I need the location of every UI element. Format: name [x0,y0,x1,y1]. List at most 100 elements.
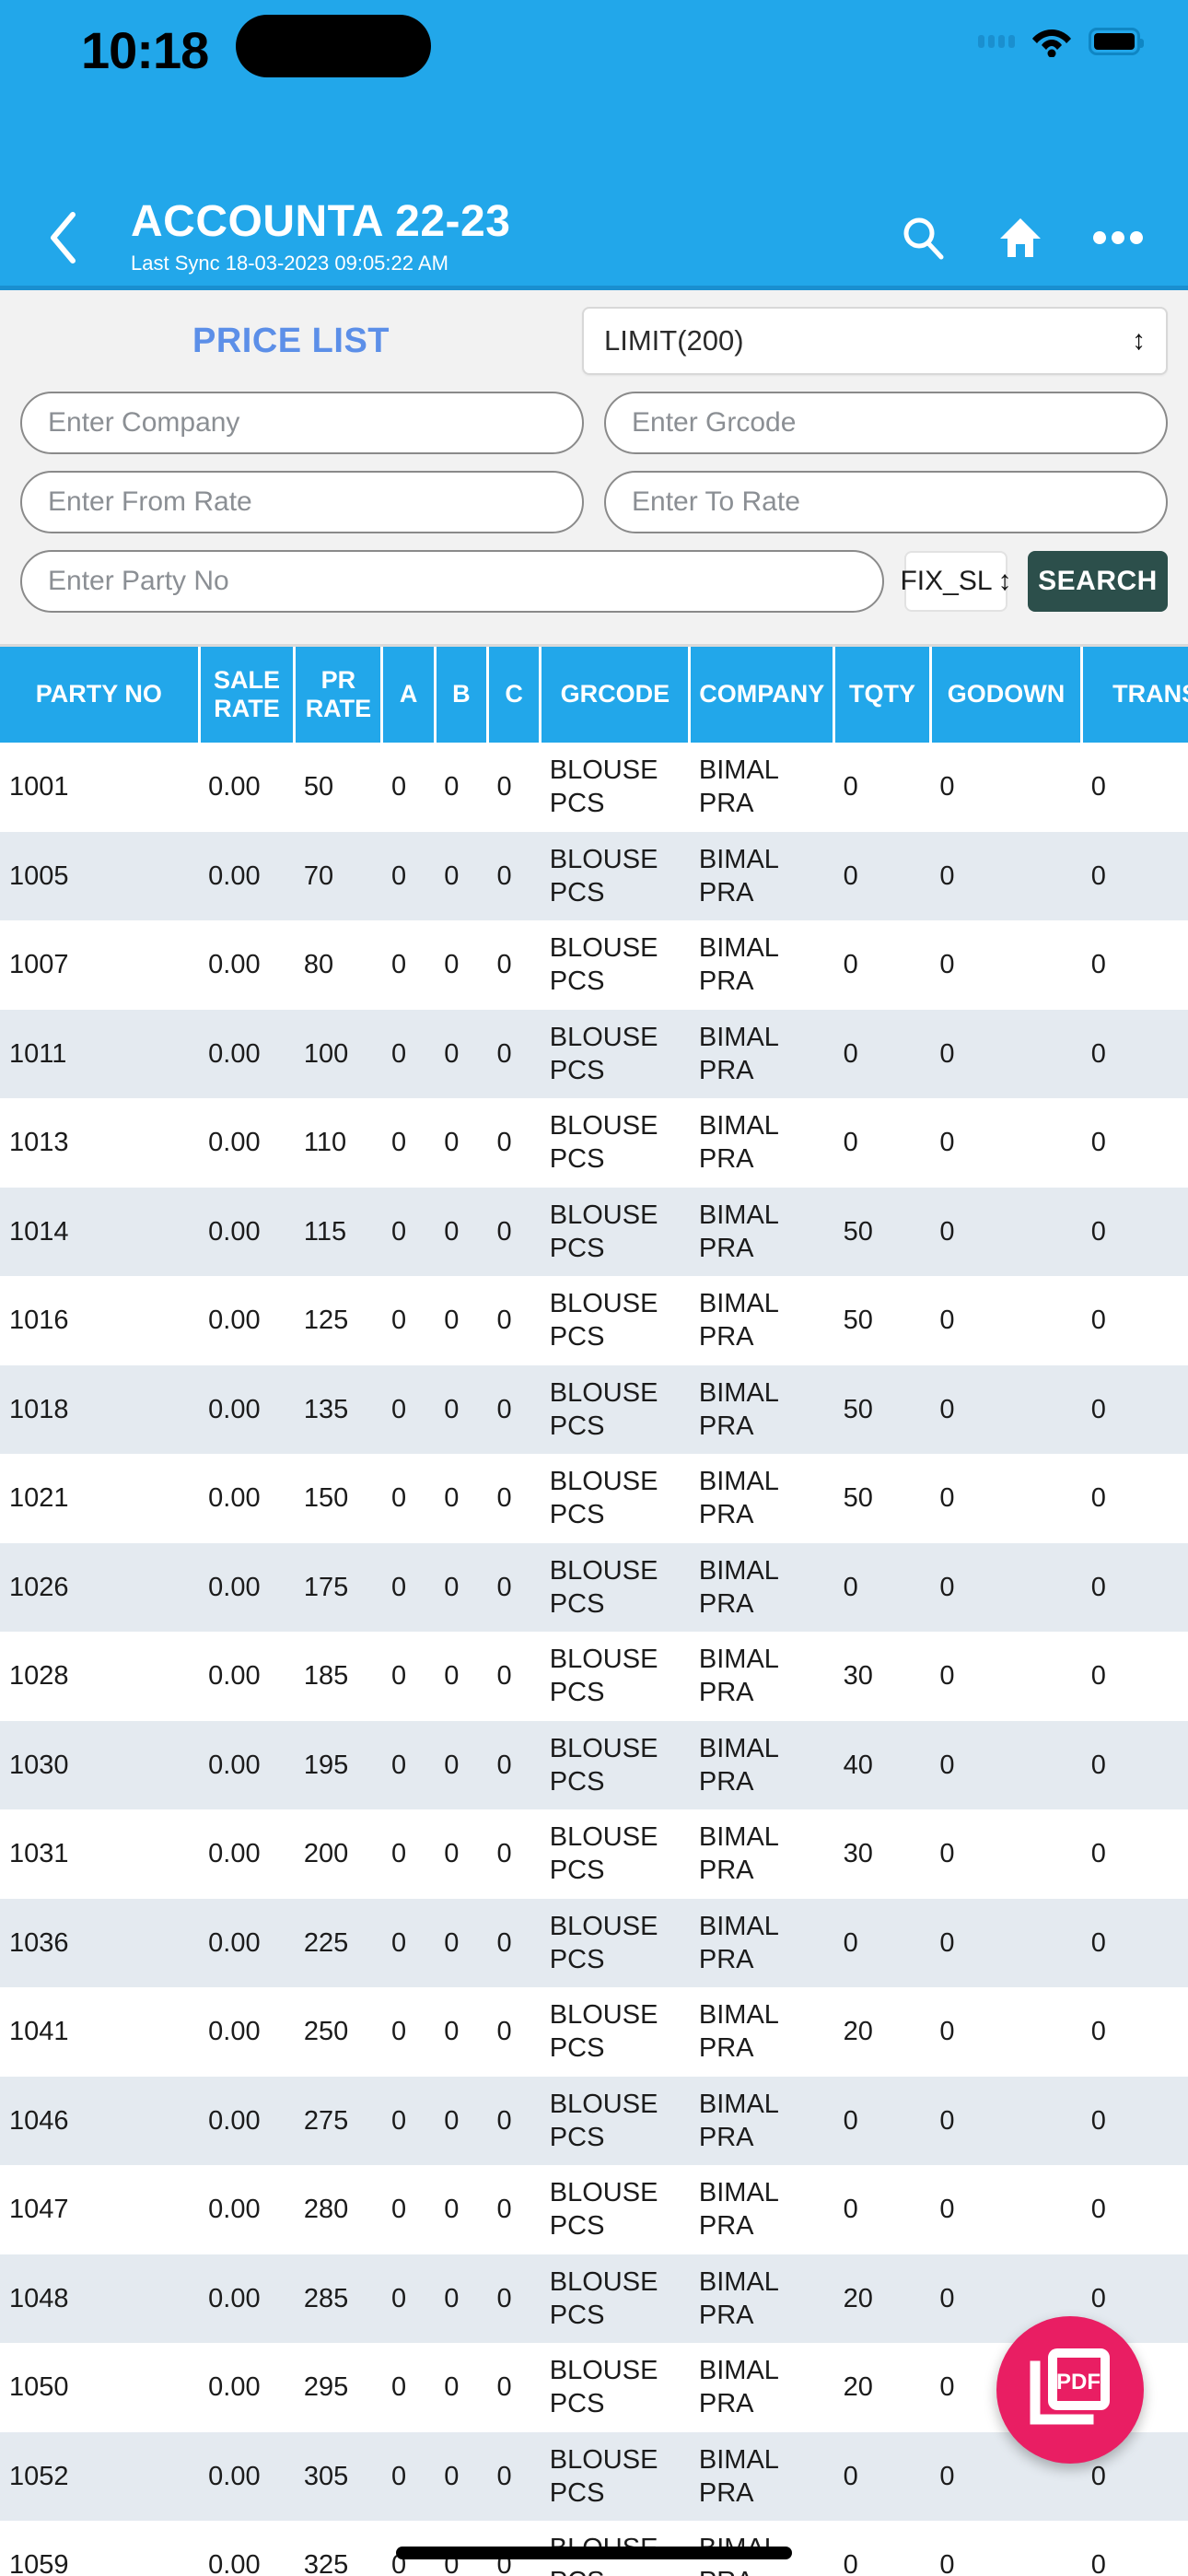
table-row[interactable]: 1048 0.00 285 0 0 0 BLOUSE PCS BIMAL PRA 20 0 0 [0,2254,1188,2343]
chevron-updown-icon: ↕ [997,566,1012,596]
export-pdf-button[interactable]: PDF [996,2316,1144,2464]
table-cell: 0 [930,2165,1082,2254]
table-cell: 0 [435,1987,488,2077]
from-rate-input[interactable]: Enter From Rate [20,471,584,533]
table-row[interactable]: 1041 0.00 250 0 0 0 BLOUSE PCS BIMAL PRA 20 0 0 [0,1987,1188,2077]
table-row[interactable]: 1026 0.00 175 0 0 0 BLOUSE PCS BIMAL PRA 0 0 0 [0,1542,1188,1632]
table-row[interactable]: 1046 0.00 275 0 0 0 BLOUSE PCS BIMAL PRA 0 0 0 [0,2076,1188,2165]
table-cell: 0 [435,920,488,1010]
table-cell: 0 [381,1720,436,1809]
table-cell: 0 [930,2076,1082,2165]
table-cell: BIMAL PRA [689,2254,834,2343]
table-cell: 0 [381,1098,436,1188]
table-row[interactable]: 1011 0.00 100 0 0 0 BLOUSE PCS BIMAL PRA 0 0 0 [0,1009,1188,1098]
table-cell: 0.00 [199,743,295,832]
grcode-input-placeholder: Enter Grcode [632,407,797,438]
table-row[interactable]: 1030 0.00 195 0 0 0 BLOUSE PCS BIMAL PRA 40 0 0 [0,1720,1188,1809]
table-row[interactable]: 1014 0.00 115 0 0 0 BLOUSE PCS BIMAL PRA 50 0 0 [0,1187,1188,1276]
table-row[interactable]: 1021 0.00 150 0 0 0 BLOUSE PCS BIMAL PRA 50 0 0 [0,1454,1188,1543]
company-input-placeholder: Enter Company [48,407,240,438]
table-column-header: A [381,647,437,743]
table-cell: 0.00 [199,2343,295,2432]
table-row[interactable]: 1007 0.00 80 0 0 0 BLOUSE PCS BIMAL PRA 0 0 0 [0,920,1188,1010]
home-indicator [396,2547,792,2559]
table-cell: 0 [381,2165,436,2254]
more-options-icon[interactable] [1092,212,1144,263]
table-cell: 0 [487,1454,541,1543]
filter-row-rates: Enter From Rate Enter To Rate [20,471,1168,533]
table-column-header: TQTY [833,647,932,743]
back-button[interactable] [37,205,88,270]
table-row[interactable]: 1001 0.00 50 0 0 0 BLOUSE PCS BIMAL PRA 0 0 0 [0,743,1188,832]
table-cell: BLOUSE PCS [540,1187,690,1276]
signal-dots-icon [978,35,1015,48]
limit-select[interactable]: LIMIT(200) ↕ [582,307,1168,375]
table-cell: 0 [930,1098,1082,1188]
table-cell: 0 [1081,1542,1188,1632]
table-cell: 0 [435,2343,488,2432]
table-cell: 250 [294,1987,382,2077]
table-cell: 0.00 [199,1364,295,1454]
table-cell: 0 [435,2431,488,2521]
table-row[interactable]: 1016 0.00 125 0 0 0 BLOUSE PCS BIMAL PRA 50 0 0 [0,1276,1188,1365]
table-cell: 0.00 [199,1009,295,1098]
company-input[interactable]: Enter Company [20,392,584,454]
table-column-header: PARTY NO [0,647,201,743]
table-cell: 305 [294,2431,382,2521]
table-cell: 0.00 [199,1898,295,1987]
table-cell: 0 [487,743,541,832]
table-cell: 0 [1081,2521,1188,2576]
table-cell: 0 [1081,1276,1188,1365]
table-cell: 0 [381,1009,436,1098]
home-icon[interactable] [995,212,1046,263]
svg-text:PDF: PDF [1056,2370,1101,2395]
table-cell: 0 [487,1542,541,1632]
table-row[interactable]: 1052 0.00 305 0 0 0 BLOUSE PCS BIMAL PRA 0 0 0 [0,2431,1188,2521]
status-bar: 10:18 [0,0,1188,189]
filter-row-limit: PRICE LIST LIMIT(200) ↕ [20,307,1168,375]
table-row[interactable]: 1005 0.00 70 0 0 0 BLOUSE PCS BIMAL PRA 0 0 0 [0,831,1188,920]
table-cell: 1031 [0,1809,200,1899]
to-rate-input-placeholder: Enter To Rate [632,486,800,517]
table-cell: 0 [381,1364,436,1454]
table-row[interactable]: 1031 0.00 200 0 0 0 BLOUSE PCS BIMAL PRA 30 0 0 [0,1809,1188,1899]
table-cell: 20 [833,2343,931,2432]
table-cell: 0 [930,1720,1082,1809]
table-row[interactable]: 1018 0.00 135 0 0 0 BLOUSE PCS BIMAL PRA 50 0 0 [0,1364,1188,1454]
table-cell: 20 [833,2254,931,2343]
table-cell: 0 [435,2076,488,2165]
table-cell: BIMAL PRA [689,1364,834,1454]
party-no-input-placeholder: Enter Party No [48,566,229,596]
grcode-input[interactable]: Enter Grcode [604,392,1168,454]
table-cell: BIMAL PRA [689,1098,834,1188]
table-row[interactable]: 1036 0.00 225 0 0 0 BLOUSE PCS BIMAL PRA 0 0 0 [0,1898,1188,1987]
fix-sl-select[interactable]: FIX_SL ↕ [900,551,1012,612]
table-cell: 0 [381,2431,436,2521]
search-icon[interactable] [897,212,949,263]
table-cell: BIMAL PRA [689,2343,834,2432]
filter-row-party-search: Enter Party No FIX_SL ↕ SEARCH [20,550,1168,613]
table-cell: 325 [294,2521,382,2576]
table-row[interactable]: 1013 0.00 110 0 0 0 BLOUSE PCS BIMAL PRA 0 0 0 [0,1098,1188,1188]
to-rate-input[interactable]: Enter To Rate [604,471,1168,533]
app-title-block: ACCOUNTA 22-23 Last Sync 18-03-2023 09:0… [131,199,897,275]
table-row[interactable]: 1028 0.00 185 0 0 0 BLOUSE PCS BIMAL PRA 30 0 0 [0,1632,1188,1721]
table-cell: 0 [833,2431,931,2521]
table-cell: BLOUSE PCS [540,2431,690,2521]
table-cell: 0 [381,1898,436,1987]
party-no-input[interactable]: Enter Party No [20,550,884,613]
table-cell: BLOUSE PCS [540,1276,690,1365]
table-cell: BLOUSE PCS [540,920,690,1010]
table-cell: 0 [381,1276,436,1365]
table-cell: 1030 [0,1720,200,1809]
table-row[interactable]: 1047 0.00 280 0 0 0 BLOUSE PCS BIMAL PRA 0 0 0 [0,2165,1188,2254]
table-cell: 1050 [0,2343,200,2432]
price-list-table-container[interactable]: PARTY NO SALE RATE PR RATE A B C GRCODE COMPANY… [0,644,1188,2576]
table-cell: BLOUSE PCS [540,2165,690,2254]
table-cell: 40 [833,1720,931,1809]
status-bar-clock: 10:18 [81,21,209,79]
search-button[interactable]: SEARCH [1028,551,1168,612]
table-cell: 0 [381,1187,436,1276]
table-cell: 1001 [0,743,200,832]
table-cell: BIMAL PRA [689,1987,834,2077]
